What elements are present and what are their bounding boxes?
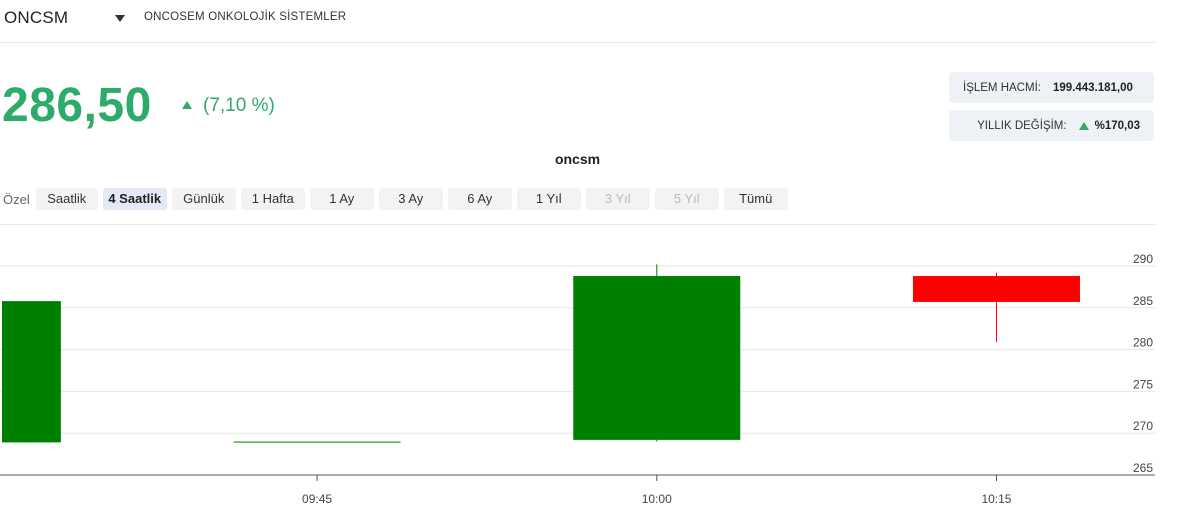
- range-button-3-months[interactable]: 3 Ay: [378, 188, 443, 210]
- divider: [0, 224, 1155, 225]
- y-tick-label: 265: [1133, 461, 1153, 475]
- range-button-daily[interactable]: Günlük: [171, 188, 236, 210]
- company-name[interactable]: ONCOSEM ONKOLOJİK SİSTEMLER: [144, 11, 346, 23]
- chart-title: oncsm: [554, 151, 601, 167]
- range-button-all[interactable]: Tümü: [723, 188, 788, 210]
- candlestick-chart[interactable]: 290 285 280 275 270 265 09:45 10:00 10:15: [0, 230, 1200, 523]
- y-tick-label: 290: [1133, 252, 1153, 266]
- yearly-change-value: %170,03: [1094, 119, 1140, 132]
- y-tick-label: 275: [1133, 377, 1153, 391]
- y-tick-label: 270: [1133, 419, 1153, 433]
- range-button-1-year[interactable]: 1 Yıl: [516, 188, 581, 210]
- caret-down-icon[interactable]: [114, 12, 126, 24]
- volume-label: İŞLEM HACMİ:: [963, 81, 1041, 94]
- price-change-percent: (7,10 %): [203, 95, 275, 116]
- range-selector: Özel Saatlik 4 Saatlik Günlük 1 Hafta 1 …: [3, 188, 793, 210]
- header-bar: ONCSM ONCOSEM ONKOLOJİK SİSTEMLER: [0, 0, 1155, 43]
- yearly-change-stat: YILLIK DEĞİŞİM: %170,03: [949, 110, 1154, 141]
- candle-body: [233, 441, 401, 443]
- candle-body: [912, 276, 1080, 302]
- ticker-symbol: ONCSM: [4, 8, 69, 27]
- x-tick-label: 09:45: [302, 492, 332, 506]
- x-tick-label: 10:00: [642, 492, 672, 506]
- range-button-3-years: 3 Yıl: [585, 188, 650, 210]
- x-tick-label: 10:15: [981, 492, 1011, 506]
- yearly-change-label: YILLIK DEĞİŞİM:: [977, 119, 1067, 132]
- range-button-6-months[interactable]: 6 Ay: [447, 188, 512, 210]
- range-button-5-years: 5 Yıl: [654, 188, 719, 210]
- volume-value: 199.443.181,00: [1052, 81, 1133, 94]
- range-button-4-hourly[interactable]: 4 Saatlik: [102, 188, 167, 210]
- y-tick-label: 285: [1133, 294, 1153, 308]
- up-arrow-icon: [1078, 121, 1089, 130]
- last-price: 286,50: [2, 79, 152, 132]
- volume-stat: İŞLEM HACMİ: 199.443.181,00: [949, 72, 1154, 103]
- custom-range-label[interactable]: Özel: [3, 192, 30, 207]
- range-button-1-month[interactable]: 1 Ay: [309, 188, 374, 210]
- range-button-hourly[interactable]: Saatlik: [35, 188, 98, 210]
- candle-body: [573, 276, 741, 440]
- range-button-1-week[interactable]: 1 Hafta: [240, 188, 305, 210]
- y-tick-label: 280: [1133, 336, 1153, 350]
- candle-body: [2, 301, 61, 443]
- up-arrow-icon: [182, 101, 192, 109]
